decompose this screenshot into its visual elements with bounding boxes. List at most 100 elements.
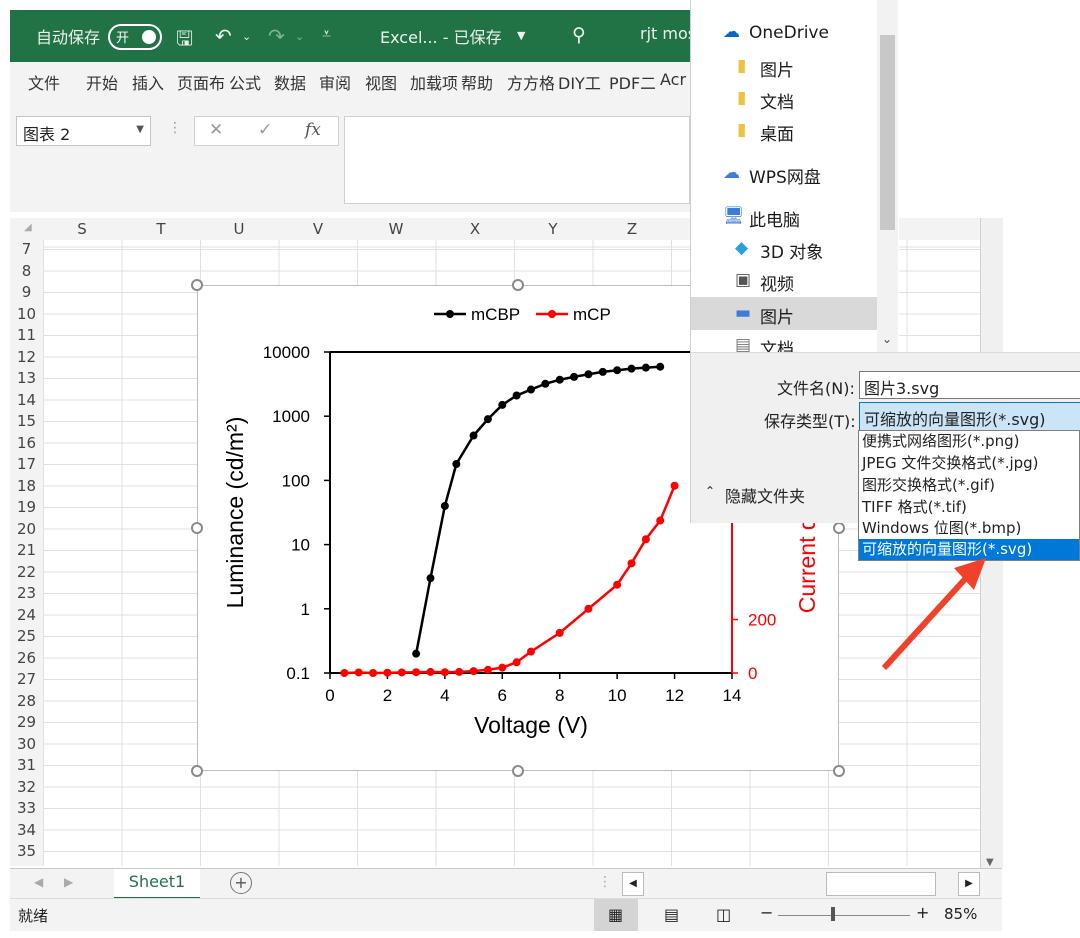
nav-videos[interactable]: 视频 <box>760 270 794 295</box>
row-number[interactable]: 22 <box>10 563 43 581</box>
row-number[interactable]: 8 <box>10 262 43 280</box>
normal-view-button[interactable]: ▦ <box>594 899 638 931</box>
redo-dropdown-icon[interactable]: ⌄ <box>295 30 304 43</box>
row-number[interactable]: 31 <box>10 756 43 774</box>
nav-onedrive[interactable]: OneDrive <box>749 23 829 43</box>
filename-field[interactable]: 图片3.svg <box>859 371 1080 399</box>
tab-pdf[interactable]: PDF二 <box>609 70 655 94</box>
row-number[interactable]: 12 <box>10 348 43 366</box>
nav-scroll-down-icon[interactable]: ⌄ <box>882 332 892 346</box>
nav-documents[interactable]: 文档 <box>760 88 794 113</box>
zoom-in-icon[interactable]: + <box>916 903 929 922</box>
zoom-slider[interactable] <box>778 915 910 916</box>
column-v[interactable]: V <box>279 220 357 238</box>
row-number[interactable]: 25 <box>10 627 43 645</box>
row-number[interactable]: 10 <box>10 305 43 323</box>
nav-pictures[interactable]: 图片 <box>760 56 794 81</box>
name-box-dropdown-icon[interactable]: ▼ <box>136 124 144 135</box>
zoom-out-icon[interactable]: − <box>760 903 773 922</box>
select-all-corner[interactable]: ◢ <box>24 222 32 233</box>
row-number[interactable]: 34 <box>10 821 43 839</box>
row-number[interactable]: 33 <box>10 799 43 817</box>
tab-file[interactable]: 文件 <box>28 70 60 94</box>
row-number[interactable]: 18 <box>10 477 43 495</box>
sheet-tab-sheet1[interactable]: Sheet1 <box>114 869 200 899</box>
tab-home[interactable]: 开始 <box>86 70 118 94</box>
user-name[interactable]: rjt mos <box>640 24 696 43</box>
filetype-option-jpg[interactable]: JPEG 文件交换格式(*.jpg) <box>859 453 1079 474</box>
collapse-icon[interactable]: ⌃ <box>705 484 715 498</box>
nav-pictures-pc[interactable]: 图片 <box>760 303 794 328</box>
tab-view[interactable]: 视图 <box>365 70 397 94</box>
scroll-down-icon[interactable]: ▼ <box>986 857 994 868</box>
nav-wps-drive[interactable]: WPS网盘 <box>749 163 821 188</box>
column-z[interactable]: Z <box>593 220 671 238</box>
hscroll-right-icon[interactable]: ▶ <box>958 872 980 896</box>
document-title[interactable]: Excel... - 已保存 <box>380 24 502 48</box>
prev-sheet-icon[interactable]: ◀ <box>34 875 43 889</box>
autosave-toggle[interactable]: 开 <box>108 24 162 50</box>
tab-data[interactable]: 数据 <box>274 70 306 94</box>
row-number[interactable]: 35 <box>10 842 43 860</box>
filetype-select[interactable]: 可缩放的向量图形(*.svg) <box>859 402 1080 431</box>
filetype-option-tif[interactable]: TIFF 格式(*.tif) <box>859 497 1079 518</box>
row-number[interactable]: 17 <box>10 455 43 473</box>
row-number[interactable]: 28 <box>10 692 43 710</box>
tab-diy[interactable]: DIY工 <box>558 70 604 94</box>
row-number[interactable]: 13 <box>10 369 43 387</box>
enter-icon[interactable]: ✓ <box>258 120 272 140</box>
nav-scrollbar-thumb[interactable] <box>880 35 895 230</box>
column-u[interactable]: U <box>200 220 278 238</box>
row-number[interactable]: 16 <box>10 434 43 452</box>
splitter-icon[interactable]: ⋮ <box>598 874 612 890</box>
row-number[interactable]: 19 <box>10 498 43 516</box>
nav-this-pc[interactable]: 此电脑 <box>749 206 800 231</box>
row-number[interactable]: 21 <box>10 541 43 559</box>
nav-scrollbar[interactable]: ⌄ <box>877 0 898 352</box>
tab-insert[interactable]: 插入 <box>132 70 164 94</box>
row-number[interactable]: 20 <box>10 520 43 538</box>
resize-handle-top-left[interactable] <box>191 279 203 291</box>
nav-3d-objects[interactable]: 3D 对象 <box>760 238 823 263</box>
resize-handle-bottom-left[interactable] <box>191 765 203 777</box>
formula-input[interactable] <box>344 116 690 204</box>
row-number[interactable]: 24 <box>10 606 43 624</box>
row-number[interactable]: 23 <box>10 584 43 602</box>
zoom-slider-thumb[interactable] <box>831 907 835 921</box>
filetype-option-gif[interactable]: 图形交换格式(*.gif) <box>859 475 1079 496</box>
save-icon[interactable]: 🖫 <box>176 24 193 58</box>
page-break-view-icon[interactable]: ◫ <box>716 905 731 924</box>
row-number[interactable]: 11 <box>10 326 43 344</box>
undo-icon[interactable]: ↶ <box>215 24 232 48</box>
column-s[interactable]: S <box>43 220 121 238</box>
tab-formulas[interactable]: 公式 <box>229 70 261 94</box>
tab-addins[interactable]: 加载项 <box>410 70 457 94</box>
column-x[interactable]: X <box>436 220 514 238</box>
add-sheet-icon[interactable]: + <box>230 872 252 894</box>
hscroll-left-icon[interactable]: ◀ <box>622 872 644 896</box>
name-box[interactable]: 图表 2 ▼ <box>16 116 151 146</box>
row-number[interactable]: 26 <box>10 649 43 667</box>
resize-handle-top[interactable] <box>512 279 524 291</box>
resize-handle-bottom-right[interactable] <box>833 765 845 777</box>
resize-handle-left[interactable] <box>191 522 203 534</box>
nav-desktop[interactable]: 桌面 <box>760 120 794 145</box>
zoom-level[interactable]: 85% <box>944 905 977 923</box>
row-number[interactable]: 9 <box>10 283 43 301</box>
search-icon[interactable]: ⚲ <box>572 24 586 46</box>
hscroll-thumb[interactable] <box>826 872 936 896</box>
tab-fangfang[interactable]: 方方格 <box>507 70 554 94</box>
row-number[interactable]: 27 <box>10 670 43 688</box>
resize-handle-right[interactable] <box>833 522 845 534</box>
row-number[interactable]: 14 <box>10 391 43 409</box>
insert-function-icon[interactable]: fx <box>305 120 321 140</box>
undo-dropdown-icon[interactable]: ⌄ <box>242 30 251 43</box>
tab-help[interactable]: 帮助 <box>461 70 493 94</box>
title-dropdown-icon[interactable]: ▼ <box>517 29 525 42</box>
row-number[interactable]: 15 <box>10 412 43 430</box>
redo-icon[interactable]: ↷ <box>268 24 285 48</box>
row-number[interactable]: 30 <box>10 735 43 753</box>
column-y[interactable]: Y <box>514 220 592 238</box>
filetype-option-bmp[interactable]: Windows 位图(*.bmp) <box>859 518 1079 539</box>
row-number[interactable]: 7 <box>10 240 43 258</box>
